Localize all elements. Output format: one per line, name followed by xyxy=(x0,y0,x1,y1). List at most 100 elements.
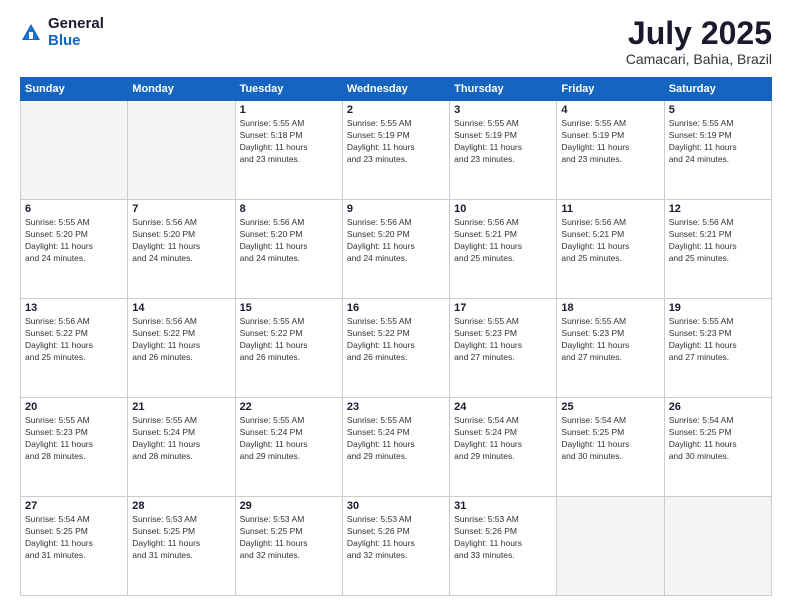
calendar-day-cell: 30 Sunrise: 5:53 AM Sunset: 5:26 PM Dayli… xyxy=(342,497,449,596)
day-number: 5 xyxy=(669,104,767,116)
calendar-day-cell xyxy=(21,101,128,200)
calendar-day-cell: 1Sunrise: 5:55 AM Sunset: 5:18 PM Daylig… xyxy=(235,101,342,200)
logo: General Blue xyxy=(20,16,104,49)
header: General Blue July 2025 Camacari, Bahia, … xyxy=(20,16,772,67)
calendar-day-cell: 22Sunrise: 5:55 AM Sunset: 5:24 PM Dayli… xyxy=(235,398,342,497)
calendar-body: 1Sunrise: 5:55 AM Sunset: 5:18 PM Daylig… xyxy=(21,101,772,596)
day-info: Sunrise: 5:55 AM Sunset: 5:19 PM Dayligh… xyxy=(454,118,552,166)
day-info: Sunrise: 5:55 AM Sunset: 5:24 PM Dayligh… xyxy=(347,415,445,463)
calendar-header-cell: Thursday xyxy=(450,78,557,101)
calendar-day-cell: 4Sunrise: 5:55 AM Sunset: 5:19 PM Daylig… xyxy=(557,101,664,200)
calendar-day-cell: 12 Sunrise: 5:56 AM Sunset: 5:21 PM Dayli… xyxy=(664,200,771,299)
calendar-day-cell: 16Sunrise: 5:55 AM Sunset: 5:22 PM Dayli… xyxy=(342,299,449,398)
calendar-day-cell: 17 Sunrise: 5:55 AM Sunset: 5:23 PM Dayli… xyxy=(450,299,557,398)
logo-text: General Blue xyxy=(48,16,104,49)
logo-general: General xyxy=(48,16,104,33)
day-info: Sunrise: 5:56 AM Sunset: 5:21 PM Dayligh… xyxy=(561,217,659,265)
day-number: 11 xyxy=(561,203,659,215)
calendar-day-cell: 29 Sunrise: 5:53 AM Sunset: 5:25 PM Dayli… xyxy=(235,497,342,596)
day-number: 31 xyxy=(454,500,552,512)
day-info: Sunrise: 5:55 AM Sunset: 5:18 PM Dayligh… xyxy=(240,118,338,166)
day-info: Sunrise: 5:55 AM Sunset: 5:23 PM Dayligh… xyxy=(25,415,123,463)
day-info: Sunrise: 5:55 AM Sunset: 5:23 PM Dayligh… xyxy=(669,316,767,364)
day-number: 12 xyxy=(669,203,767,215)
day-number: 22 xyxy=(240,401,338,413)
day-number: 13 xyxy=(25,302,123,314)
day-info: Sunrise: 5:56 AM Sunset: 5:20 PM Dayligh… xyxy=(347,217,445,265)
day-number: 15 xyxy=(240,302,338,314)
calendar-day-cell xyxy=(128,101,235,200)
day-info: Sunrise: 5:55 AM Sunset: 5:23 PM Dayligh… xyxy=(561,316,659,364)
calendar-day-cell: 23 Sunrise: 5:55 AM Sunset: 5:24 PM Dayli… xyxy=(342,398,449,497)
calendar-day-cell: 27 Sunrise: 5:54 AM Sunset: 5:25 PM Dayli… xyxy=(21,497,128,596)
day-info: Sunrise: 5:54 AM Sunset: 5:25 PM Dayligh… xyxy=(669,415,767,463)
day-info: Sunrise: 5:55 AM Sunset: 5:22 PM Dayligh… xyxy=(347,316,445,364)
day-number: 24 xyxy=(454,401,552,413)
calendar-day-cell: 8 Sunrise: 5:56 AM Sunset: 5:20 PM Daylig… xyxy=(235,200,342,299)
day-number: 9 xyxy=(347,203,445,215)
calendar-day-cell: 18 Sunrise: 5:55 AM Sunset: 5:23 PM Dayli… xyxy=(557,299,664,398)
calendar-header-cell: Wednesday xyxy=(342,78,449,101)
calendar-header-cell: Tuesday xyxy=(235,78,342,101)
calendar-day-cell: 24 Sunrise: 5:54 AM Sunset: 5:24 PM Dayli… xyxy=(450,398,557,497)
day-info: Sunrise: 5:53 AM Sunset: 5:26 PM Dayligh… xyxy=(347,514,445,562)
calendar-day-cell: 19 Sunrise: 5:55 AM Sunset: 5:23 PM Dayli… xyxy=(664,299,771,398)
day-number: 7 xyxy=(132,203,230,215)
calendar-day-cell: 2Sunrise: 5:55 AM Sunset: 5:19 PM Daylig… xyxy=(342,101,449,200)
calendar-table: SundayMondayTuesdayWednesdayThursdayFrid… xyxy=(20,77,772,596)
day-info: Sunrise: 5:56 AM Sunset: 5:20 PM Dayligh… xyxy=(132,217,230,265)
calendar-day-cell xyxy=(557,497,664,596)
title-block: July 2025 Camacari, Bahia, Brazil xyxy=(626,16,772,67)
calendar-day-cell: 21 Sunrise: 5:55 AM Sunset: 5:24 PM Dayli… xyxy=(128,398,235,497)
day-info: Sunrise: 5:53 AM Sunset: 5:25 PM Dayligh… xyxy=(132,514,230,562)
calendar-day-cell xyxy=(664,497,771,596)
day-info: Sunrise: 5:54 AM Sunset: 5:25 PM Dayligh… xyxy=(25,514,123,562)
calendar-week-row: 1Sunrise: 5:55 AM Sunset: 5:18 PM Daylig… xyxy=(21,101,772,200)
day-number: 2 xyxy=(347,104,445,116)
day-info: Sunrise: 5:55 AM Sunset: 5:19 PM Dayligh… xyxy=(561,118,659,166)
calendar-day-cell: 14Sunrise: 5:56 AM Sunset: 5:22 PM Dayli… xyxy=(128,299,235,398)
calendar-day-cell: 20 Sunrise: 5:55 AM Sunset: 5:23 PM Dayli… xyxy=(21,398,128,497)
day-info: Sunrise: 5:53 AM Sunset: 5:26 PM Dayligh… xyxy=(454,514,552,562)
day-number: 3 xyxy=(454,104,552,116)
day-info: Sunrise: 5:54 AM Sunset: 5:24 PM Dayligh… xyxy=(454,415,552,463)
day-number: 20 xyxy=(25,401,123,413)
day-number: 17 xyxy=(454,302,552,314)
calendar-header-cell: Sunday xyxy=(21,78,128,101)
day-number: 6 xyxy=(25,203,123,215)
day-number: 29 xyxy=(240,500,338,512)
day-info: Sunrise: 5:54 AM Sunset: 5:25 PM Dayligh… xyxy=(561,415,659,463)
day-info: Sunrise: 5:55 AM Sunset: 5:20 PM Dayligh… xyxy=(25,217,123,265)
calendar-header-cell: Saturday xyxy=(664,78,771,101)
day-number: 8 xyxy=(240,203,338,215)
location: Camacari, Bahia, Brazil xyxy=(626,51,772,67)
day-number: 25 xyxy=(561,401,659,413)
day-number: 19 xyxy=(669,302,767,314)
calendar-day-cell: 28Sunrise: 5:53 AM Sunset: 5:25 PM Dayli… xyxy=(128,497,235,596)
day-number: 27 xyxy=(25,500,123,512)
calendar-day-cell: 10 Sunrise: 5:56 AM Sunset: 5:21 PM Dayli… xyxy=(450,200,557,299)
day-number: 23 xyxy=(347,401,445,413)
day-info: Sunrise: 5:55 AM Sunset: 5:23 PM Dayligh… xyxy=(454,316,552,364)
day-number: 10 xyxy=(454,203,552,215)
calendar-day-cell: 7 Sunrise: 5:56 AM Sunset: 5:20 PM Daylig… xyxy=(128,200,235,299)
month-year: July 2025 xyxy=(626,16,772,51)
calendar-day-cell: 6 Sunrise: 5:55 AM Sunset: 5:20 PM Daylig… xyxy=(21,200,128,299)
day-number: 14 xyxy=(132,302,230,314)
calendar-header-cell: Friday xyxy=(557,78,664,101)
calendar-day-cell: 13Sunrise: 5:56 AM Sunset: 5:22 PM Dayli… xyxy=(21,299,128,398)
day-info: Sunrise: 5:56 AM Sunset: 5:21 PM Dayligh… xyxy=(454,217,552,265)
day-number: 21 xyxy=(132,401,230,413)
day-number: 18 xyxy=(561,302,659,314)
calendar-week-row: 6 Sunrise: 5:55 AM Sunset: 5:20 PM Daylig… xyxy=(21,200,772,299)
day-info: Sunrise: 5:56 AM Sunset: 5:20 PM Dayligh… xyxy=(240,217,338,265)
calendar-day-cell: 15Sunrise: 5:55 AM Sunset: 5:22 PM Dayli… xyxy=(235,299,342,398)
day-info: Sunrise: 5:55 AM Sunset: 5:19 PM Dayligh… xyxy=(669,118,767,166)
day-info: Sunrise: 5:53 AM Sunset: 5:25 PM Dayligh… xyxy=(240,514,338,562)
day-info: Sunrise: 5:55 AM Sunset: 5:24 PM Dayligh… xyxy=(132,415,230,463)
calendar-day-cell: 25 Sunrise: 5:54 AM Sunset: 5:25 PM Dayli… xyxy=(557,398,664,497)
day-info: Sunrise: 5:56 AM Sunset: 5:21 PM Dayligh… xyxy=(669,217,767,265)
calendar-day-cell: 11 Sunrise: 5:56 AM Sunset: 5:21 PM Dayli… xyxy=(557,200,664,299)
logo-icon xyxy=(20,22,42,44)
day-number: 30 xyxy=(347,500,445,512)
